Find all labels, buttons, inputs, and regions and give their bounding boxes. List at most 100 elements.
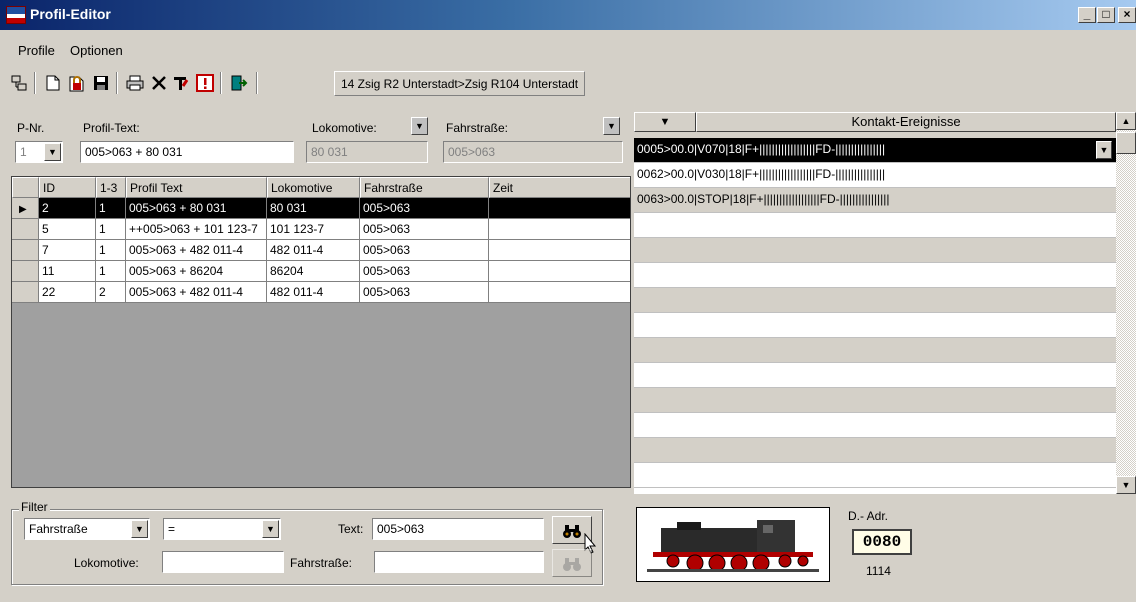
filter-legend: Filter xyxy=(19,500,50,514)
filter-lok-input[interactable] xyxy=(162,551,284,573)
grid-cell-zeit[interactable] xyxy=(489,198,630,219)
grid-header-id[interactable]: ID xyxy=(39,177,96,198)
title-bar[interactable] xyxy=(0,0,1136,30)
filter-field-select[interactable]: Fahrstraße ▼ xyxy=(24,518,150,540)
grid-cell-id[interactable]: 5 xyxy=(39,219,96,240)
grid-header-profil-text[interactable]: Profil Text xyxy=(126,177,267,198)
grid-cell-lokomotive[interactable]: 80 031 xyxy=(267,198,360,219)
delete-icon[interactable] xyxy=(148,72,170,94)
exit-icon[interactable] xyxy=(228,72,250,94)
kontakt-row[interactable]: 0005>00.0|V070|18|F+||||||||||||||||||FD… xyxy=(634,138,1116,163)
kontakt-row[interactable]: 0063>00.0|STOP|18|F+||||||||||||||||||FD… xyxy=(634,188,1116,213)
grid-row-indicator[interactable] xyxy=(12,240,39,261)
grid-cell-c13[interactable]: 2 xyxy=(96,282,126,303)
kontakt-list[interactable]: 0005>00.0|V070|18|F+||||||||||||||||||FD… xyxy=(634,138,1116,494)
toolbar-separator xyxy=(220,72,222,94)
track-tool-icon[interactable] xyxy=(170,72,192,94)
grid-cell-fahrstrasse[interactable]: 005>063 xyxy=(360,219,489,240)
grid-cell-profil-text[interactable]: 005>063 + 482 011-4 xyxy=(126,240,267,261)
print-icon[interactable] xyxy=(124,72,146,94)
delete-icon-glyph xyxy=(152,76,166,90)
grid-cell-profil-text[interactable]: 005>063 + 80 031 xyxy=(126,198,267,219)
menu-profile[interactable]: Profile xyxy=(18,43,55,58)
grid-header-zeit[interactable]: Zeit xyxy=(489,177,630,198)
fahrstrasse-dropdown-button[interactable]: ▼ xyxy=(603,117,620,135)
kontakt-row[interactable] xyxy=(634,263,1116,288)
scroll-down-button[interactable]: ▼ xyxy=(1116,476,1136,494)
grid-cell-profil-text[interactable]: 005>063 + 86204 xyxy=(126,261,267,282)
grid-cell-profil-text[interactable]: 005>063 + 482 011-4 xyxy=(126,282,267,303)
search-next-button[interactable] xyxy=(552,549,592,577)
scroll-up-button[interactable]: ▲ xyxy=(1116,112,1136,130)
grid-cell-c13[interactable]: 1 xyxy=(96,240,126,261)
minimize-button[interactable]: _ xyxy=(1078,7,1096,23)
close-button[interactable]: × xyxy=(1118,7,1136,23)
kontakt-header: Kontakt-Ereignisse xyxy=(696,112,1116,132)
filter-operator-select[interactable]: = ▼ xyxy=(163,518,281,540)
grid-cell-zeit[interactable] xyxy=(489,219,630,240)
grid-row-indicator[interactable] xyxy=(12,282,39,303)
grid-header-fahrstrasse[interactable]: Fahrstraße xyxy=(360,177,489,198)
grid-cell-fahrstrasse[interactable]: 005>063 xyxy=(360,261,489,282)
menu-optionen[interactable]: Optionen xyxy=(70,43,123,58)
maximize-button[interactable]: □ xyxy=(1097,7,1115,23)
lock-document-icon[interactable] xyxy=(66,72,88,94)
grid-cell-id[interactable]: 2 xyxy=(39,198,96,219)
grid-cell-c13[interactable]: 1 xyxy=(96,261,126,282)
grid-row-indicator[interactable] xyxy=(12,219,39,240)
grid-cell-id[interactable]: 11 xyxy=(39,261,96,282)
network-icon[interactable] xyxy=(8,72,30,94)
grid-cell-lokomotive[interactable]: 86204 xyxy=(267,261,360,282)
pnr-select[interactable]: 1 ▼ xyxy=(15,141,63,163)
save-icon[interactable] xyxy=(90,72,112,94)
kontakt-dropdown-button[interactable]: ▼ xyxy=(634,112,696,132)
kontakt-row[interactable] xyxy=(634,438,1116,463)
grid-cell-zeit[interactable] xyxy=(489,261,630,282)
grid-cell-fahrstrasse[interactable]: 005>063 xyxy=(360,240,489,261)
grid-header-indicator[interactable] xyxy=(12,177,39,198)
kontakt-row[interactable] xyxy=(634,463,1116,488)
kontakt-row[interactable] xyxy=(634,413,1116,438)
grid-row-indicator[interactable] xyxy=(12,261,39,282)
grid-cell-id[interactable]: 7 xyxy=(39,240,96,261)
grid-header-c13[interactable]: 1-3 xyxy=(96,177,126,198)
grid-cell-zeit[interactable] xyxy=(489,240,630,261)
grid-cell-fahrstrasse[interactable]: 005>063 xyxy=(360,198,489,219)
filter-field-dropdown-button[interactable]: ▼ xyxy=(131,520,148,538)
grid-cell-profil-text[interactable]: ++005>063 + 101 123-7 xyxy=(126,219,267,240)
filter-fs-input[interactable] xyxy=(374,551,544,573)
grid-row-indicator[interactable]: ▶ xyxy=(12,198,39,219)
kontakt-row[interactable] xyxy=(634,388,1116,413)
grid-cell-c13[interactable]: 1 xyxy=(96,219,126,240)
kontakt-scrollbar[interactable]: ▲ ▼ xyxy=(1116,112,1136,494)
grid-cell-zeit[interactable] xyxy=(489,282,630,303)
kontakt-row[interactable] xyxy=(634,338,1116,363)
new-document-icon[interactable] xyxy=(42,72,64,94)
kontakt-row[interactable] xyxy=(634,213,1116,238)
grid-header-lokomotive[interactable]: Lokomotive xyxy=(267,177,360,198)
filter-text-input[interactable]: 005>063 xyxy=(372,518,544,540)
kontakt-row[interactable] xyxy=(634,313,1116,338)
grid-cell-id[interactable]: 22 xyxy=(39,282,96,303)
filter-operator-dropdown-button[interactable]: ▼ xyxy=(262,520,279,538)
grid-cell-lokomotive[interactable]: 101 123-7 xyxy=(267,219,360,240)
profiltext-input[interactable]: 005>063 + 80 031 xyxy=(80,141,294,163)
lok-input[interactable]: 80 031 xyxy=(306,141,428,163)
scroll-thumb[interactable] xyxy=(1116,132,1136,154)
grid-cell-lokomotive[interactable]: 482 011-4 xyxy=(267,282,360,303)
grid-cell-c13[interactable]: 1 xyxy=(96,198,126,219)
grid-cell-lokomotive[interactable]: 482 011-4 xyxy=(267,240,360,261)
kontakt-row[interactable]: 0062>00.0|V030|18|F+||||||||||||||||||FD… xyxy=(634,163,1116,188)
profile-grid[interactable]: ID 1-3 Profil Text Lokomotive Fahrstraße Zeit… xyxy=(11,176,631,488)
locomotive-image xyxy=(636,507,830,582)
kontakt-row[interactable] xyxy=(634,363,1116,388)
kontakt-row[interactable] xyxy=(634,238,1116,263)
filter-text-label: Text: xyxy=(338,522,364,536)
kontakt-row[interactable] xyxy=(634,288,1116,313)
fahrstrasse-input[interactable]: 005>063 xyxy=(443,141,623,163)
lok-dropdown-button[interactable]: ▼ xyxy=(411,117,428,135)
grid-cell-fahrstrasse[interactable]: 005>063 xyxy=(360,282,489,303)
kontakt-row-dropdown-button[interactable]: ▼ xyxy=(1096,141,1112,159)
warning-icon[interactable] xyxy=(194,72,216,94)
pnr-dropdown-button[interactable]: ▼ xyxy=(44,143,61,161)
